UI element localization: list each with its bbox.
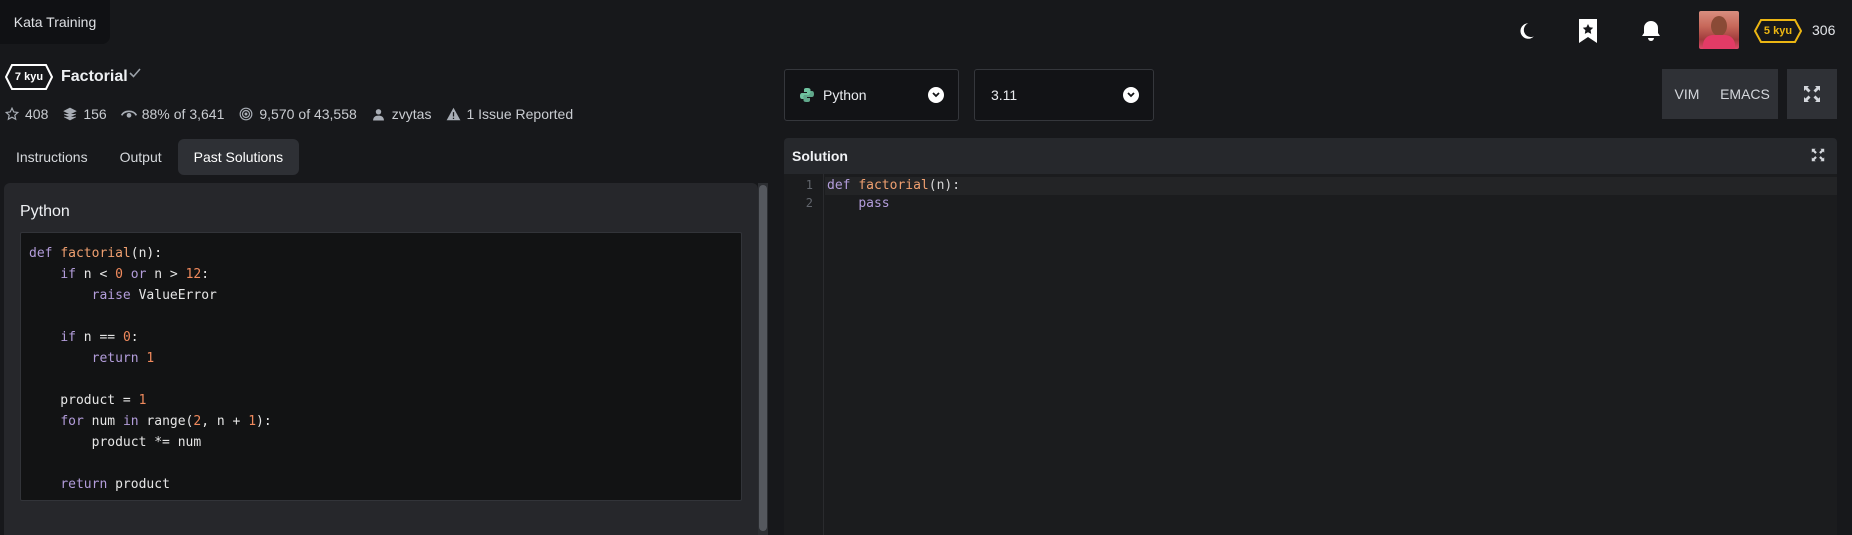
satisfaction-votes: of 3,641 (173, 106, 225, 122)
warning-icon (445, 106, 461, 122)
line-number-gutter: 1 2 (784, 174, 824, 535)
honor-score: 306 (1812, 22, 1836, 38)
kata-tabs: Instructions Output Past Solutions (0, 139, 300, 175)
issues-reported: 1 Issue Reported (466, 106, 574, 122)
top-bar: Kata Training 5 kyu 306 (0, 0, 1852, 49)
editor-mode-group: VIM EMACS (1662, 69, 1778, 119)
code-line: if n == 0: (60, 330, 139, 345)
solution-title: Solution (792, 148, 848, 164)
code-line: product = 1 (29, 393, 147, 408)
kata-stats: 408 156 88% of 3,641 9,570 of 43,558 zvy… (4, 106, 587, 122)
collections-stat[interactable]: 156 (62, 106, 107, 122)
eye-icon (120, 106, 137, 122)
bell-icon[interactable] (1637, 17, 1665, 45)
completed-count: 9,570 (259, 106, 295, 122)
kata-training-link[interactable]: Kata Training (0, 0, 110, 44)
chevron-down-icon (1123, 87, 1139, 103)
code-editor[interactable]: 1 2 def factorial(n): pass (784, 174, 1837, 535)
editor-line[interactable]: def factorial(n): (825, 177, 1837, 195)
code-line: product *= num (29, 435, 202, 450)
user-rank-badge: 5 kyu (1754, 19, 1802, 43)
tab-output[interactable]: Output (104, 139, 178, 175)
stars-stat[interactable]: 408 (4, 106, 48, 122)
moon-icon[interactable] (1512, 17, 1540, 45)
version-select[interactable]: 3.11 (974, 69, 1154, 121)
layers-icon (62, 106, 78, 122)
check-icon (129, 67, 143, 81)
stars-count: 408 (25, 106, 49, 122)
user-icon (371, 106, 387, 122)
code-line: for num in range(2, n + 1): (60, 414, 272, 429)
chevron-down-icon (928, 87, 944, 103)
fullscreen-button[interactable] (1787, 69, 1837, 119)
version-value: 3.11 (991, 87, 1018, 103)
python-icon (799, 87, 815, 106)
author-stat[interactable]: zvytas (371, 106, 432, 122)
vim-mode-button[interactable]: VIM (1662, 69, 1712, 119)
line-number: 2 (805, 196, 813, 210)
expand-icon[interactable] (1811, 148, 1827, 164)
editor-line[interactable]: pass (825, 195, 1837, 213)
tab-instructions[interactable]: Instructions (0, 139, 104, 175)
language-value: Python (823, 87, 867, 103)
emacs-mode-button[interactable]: EMACS (1712, 69, 1778, 119)
fullscreen-icon (1804, 86, 1820, 102)
attempted-count: of 43,558 (298, 106, 357, 122)
target-icon (238, 106, 254, 122)
bookmark-star-icon[interactable] (1574, 17, 1602, 45)
issues-stat[interactable]: 1 Issue Reported (445, 106, 573, 122)
language-select[interactable]: Python (784, 69, 959, 121)
past-solution-code: def factorial(n): if n < 0 or n > 12: ra… (20, 232, 742, 501)
panel-scrollbar[interactable] (758, 183, 768, 535)
solution-language: Python (20, 203, 70, 220)
completed-stat: 9,570 of 43,558 (238, 106, 357, 122)
satisfaction-rate: 88% (141, 106, 170, 122)
kata-title[interactable]: Factorial (61, 68, 128, 86)
code-line: return 1 (91, 351, 155, 366)
kata-rank-badge: 7 kyu (5, 64, 53, 90)
past-solutions-panel: Python def factorial(n): if n < 0 or n >… (4, 183, 758, 535)
satisfaction-stat: 88% of 3,641 (120, 106, 225, 122)
line-number: 1 (805, 178, 813, 192)
code-line: if n < 0 or n > 12: (60, 267, 210, 282)
code-line: raise ValueError (91, 288, 217, 303)
collections-count: 156 (83, 106, 107, 122)
user-avatar[interactable] (1699, 11, 1739, 49)
code-line: return product (60, 477, 170, 492)
code-line: def factorial(n): (29, 246, 163, 261)
tab-past-solutions[interactable]: Past Solutions (177, 139, 300, 175)
star-icon (4, 106, 20, 122)
author-name: zvytas (391, 106, 432, 122)
solution-header: Solution (784, 138, 1837, 174)
